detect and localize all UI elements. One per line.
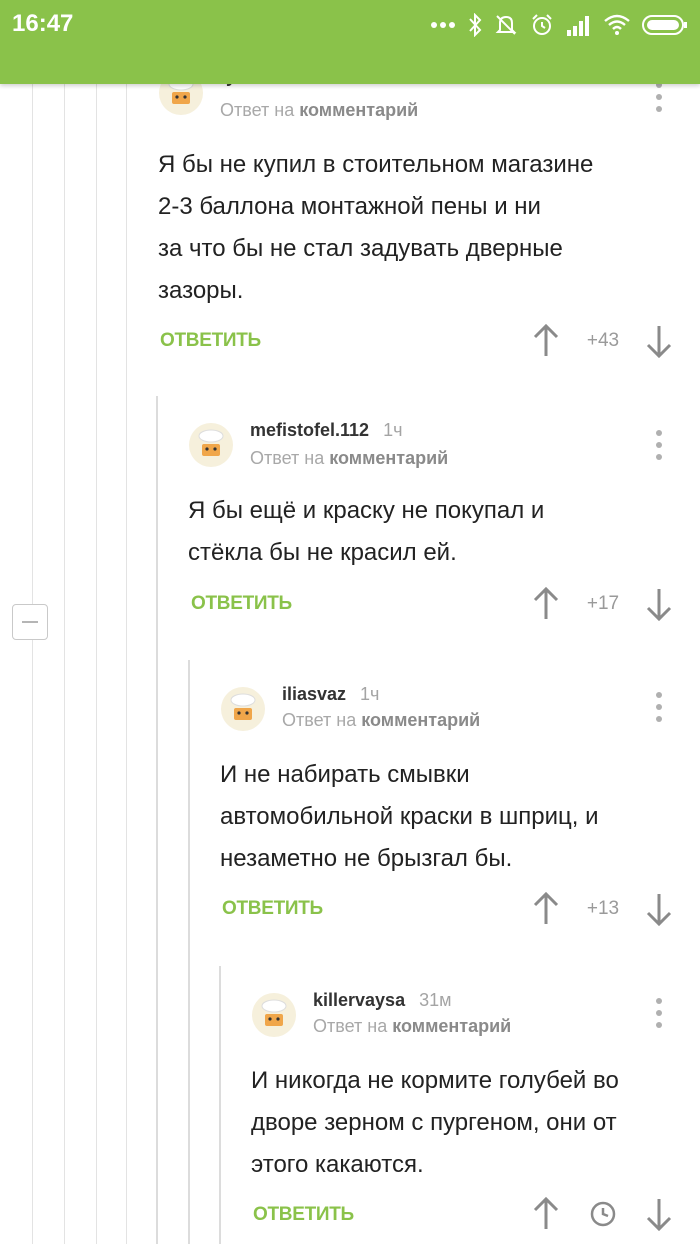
arrow-down-icon[interactable]: [646, 892, 672, 926]
comment-age: 1ч: [360, 684, 380, 704]
reply-to-link[interactable]: комментарий: [299, 100, 418, 120]
reply-to: Ответ на комментарий: [282, 710, 481, 730]
comment-author[interactable]: iliasvaz 1ч: [282, 684, 379, 705]
thread-line: [32, 84, 33, 1244]
signal-icon: [567, 16, 589, 36]
clock-icon: [590, 1201, 616, 1227]
collapse-thread-button[interactable]: [12, 604, 48, 640]
arrow-up-icon[interactable]: [533, 892, 559, 926]
thread-line: [126, 84, 127, 1244]
avatar: [189, 423, 233, 467]
comment-menu-icon[interactable]: [654, 692, 664, 726]
comment-author[interactable]: fyolichek2ч: [220, 84, 331, 87]
bluetooth-icon: [469, 13, 482, 37]
arrow-down-icon[interactable]: [646, 324, 672, 358]
comment: iliasvaz 1ч Ответ на комментарий И не наб…: [220, 684, 678, 884]
reply-to: Ответ на комментарий: [313, 1016, 512, 1036]
arrow-down-icon[interactable]: [646, 1197, 672, 1231]
wifi-icon: [604, 14, 630, 35]
mute-icon: [495, 15, 517, 35]
reply-to-link[interactable]: комментарий: [329, 448, 448, 468]
dots-icon: [431, 22, 455, 28]
vote-score: +43: [586, 330, 620, 351]
reply-button[interactable]: ОТВЕТИТЬ: [222, 898, 323, 920]
alarm-icon: [532, 14, 552, 35]
comment-menu-icon[interactable]: [654, 84, 664, 116]
avatar: [252, 993, 296, 1037]
nesting-bar: [188, 660, 190, 1244]
reply-to-link[interactable]: комментарий: [392, 1016, 511, 1036]
vote-score: +13: [586, 898, 620, 919]
arrow-down-icon[interactable]: [646, 587, 672, 621]
comment-age: 1ч: [383, 420, 403, 440]
status-time: 16:47: [12, 10, 74, 37]
comment-author[interactable]: killervaysa 31м: [313, 990, 452, 1011]
avatar: [221, 687, 265, 731]
reply-button[interactable]: ОТВЕТИТЬ: [191, 593, 292, 615]
status-icons: [430, 10, 688, 40]
thread-line: [96, 84, 97, 1244]
arrow-up-icon[interactable]: [533, 587, 559, 621]
comments-area: fyolichek2ч Ответ на комментарий Я бы не…: [0, 84, 700, 1244]
comment-author[interactable]: mefistofel.112 1ч: [250, 420, 402, 441]
arrow-up-icon[interactable]: [533, 324, 559, 358]
status-bar: 16:47: [0, 0, 700, 84]
comment-text: Я бы не купил в стоительном магазине 2-3…: [158, 151, 594, 304]
reply-to: Ответ на комментарий: [220, 100, 419, 120]
reply-to-link[interactable]: комментарий: [361, 710, 480, 730]
comment-text: И не набирать смывки автомобильной краск…: [220, 761, 599, 872]
nesting-bar: [219, 966, 221, 1244]
nesting-bar: [156, 396, 158, 1244]
comment: fyolichek2ч Ответ на комментарий Я бы не…: [158, 84, 678, 360]
vote-score: +17: [586, 593, 620, 614]
reply-to: Ответ на комментарий: [250, 448, 449, 468]
comment-text: Я бы ещё и краску не покупал и стёкла бы…: [188, 497, 545, 566]
comment-menu-icon[interactable]: [654, 998, 664, 1032]
reply-button[interactable]: ОТВЕТИТЬ: [253, 1204, 354, 1226]
comment-age: 31м: [419, 990, 452, 1010]
thread-line: [64, 84, 65, 1244]
arrow-up-icon[interactable]: [533, 1197, 559, 1231]
comment-age: 2ч: [312, 84, 331, 86]
comment: mefistofel.112 1ч Ответ на комментарий Я …: [188, 420, 678, 600]
avatar: [159, 84, 203, 115]
comment: killervaysa 31м Ответ на комментарий И ни…: [251, 990, 678, 1190]
battery-icon: [642, 15, 687, 35]
comment-text: И никогда не кормите голубей во дворе зе…: [251, 1067, 619, 1178]
comment-menu-icon[interactable]: [654, 430, 664, 464]
reply-button[interactable]: ОТВЕТИТЬ: [160, 330, 261, 352]
